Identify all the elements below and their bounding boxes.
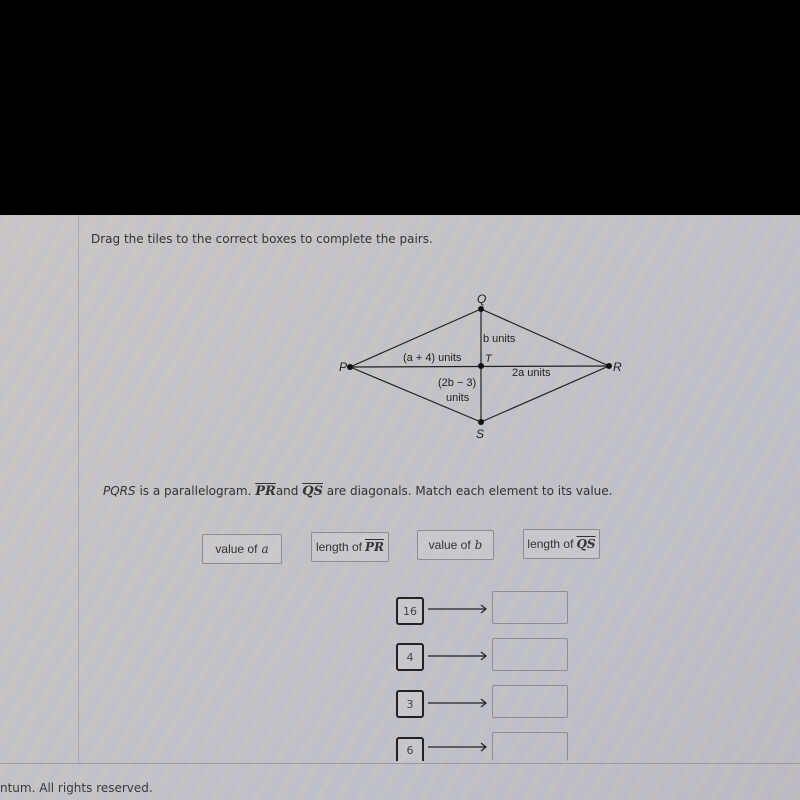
tile-prefix: length of [315, 540, 363, 554]
tile-length-of-qs[interactable]: length of QS [523, 529, 600, 559]
arrow-icon [428, 604, 487, 614]
arrow-icon [428, 698, 487, 708]
label-R: R [613, 360, 622, 374]
drop-target-3[interactable] [492, 685, 568, 718]
copyright-footer: ntum. All rights reserved. [0, 781, 153, 795]
label-PT: (a + 4) units [403, 352, 462, 364]
vertex-S [478, 419, 484, 425]
vertex-R [606, 363, 612, 369]
label-TS-line1: (2b − 3) [438, 377, 476, 389]
value-box-4: 4 [396, 643, 424, 671]
tile-prefix: length of [527, 537, 574, 551]
footer-divider [0, 763, 800, 764]
value-box-3: 3 [396, 690, 424, 718]
value-box-6: 6 [396, 737, 424, 761]
drop-target-2[interactable] [492, 638, 568, 671]
shape-name: PQRS [103, 484, 136, 498]
value-box-16: 16 [396, 597, 424, 625]
label-S: S [476, 427, 484, 441]
label-QT: b units [483, 333, 516, 345]
arrow-icon [428, 651, 487, 661]
problem-text-3: are diagonals. Match each element to its… [322, 484, 613, 498]
tile-prefix: value of [428, 538, 471, 552]
label-TR: 2a units [512, 367, 551, 379]
label-T: T [485, 353, 493, 365]
problem-text-2: and [275, 484, 303, 498]
instructions: Drag the tiles to the correct boxes to c… [91, 232, 433, 246]
vertex-P [347, 364, 353, 370]
tile-value-of-b[interactable]: value of b [417, 530, 494, 560]
tile-value-of-a[interactable]: value of a [202, 534, 282, 564]
tile-segment: QS [576, 537, 596, 551]
label-Q: Q [477, 292, 486, 306]
problem-text-1: is a parallelogram. [135, 484, 256, 498]
vertex-Q [478, 306, 484, 312]
drop-target-1[interactable] [492, 591, 568, 624]
point-T [478, 363, 484, 369]
parallelogram-diagram: P Q R S T b units (a + 4) units 2a units… [339, 292, 622, 441]
tile-variable: b [474, 538, 483, 552]
arrow-icon [428, 742, 487, 752]
label-P: P [339, 360, 347, 374]
tile-prefix: value of [215, 542, 258, 556]
tile-length-of-pr[interactable]: length of PR [311, 532, 389, 562]
problem-statement: PQRS is a parallelogram. PRand QS are di… [103, 484, 612, 499]
diagonal-qs-label: QS [302, 484, 323, 499]
diagonal-pr-label: PR [255, 484, 276, 499]
drop-target-4[interactable] [492, 732, 568, 761]
tile-variable: a [261, 542, 269, 556]
tile-segment: PR [365, 540, 385, 554]
label-TS-line2: units [446, 392, 470, 404]
